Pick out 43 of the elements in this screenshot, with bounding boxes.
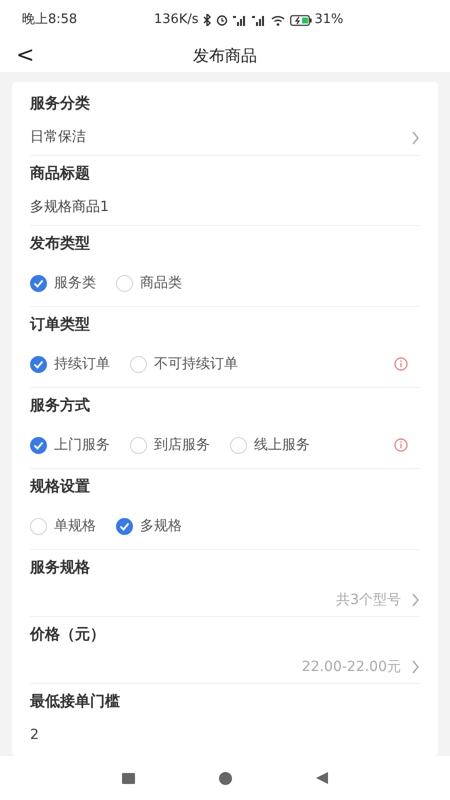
back-triangle-icon xyxy=(316,772,328,784)
field-label: 服务方式 xyxy=(30,394,91,416)
field-label: 规格设置 xyxy=(30,476,91,497)
network-speed: 136K/s xyxy=(154,11,198,30)
input-field[interactable]: 2 xyxy=(30,718,420,753)
field-label: 价格（元） xyxy=(30,624,106,645)
radio-option[interactable]: 上门服务 xyxy=(30,434,110,456)
radio-option[interactable]: 不可持续订单 xyxy=(130,354,238,374)
radio-option[interactable]: 持续订单 xyxy=(30,354,110,374)
radio-option[interactable]: 服务类 xyxy=(30,272,96,294)
select-field[interactable]: 日常保洁 xyxy=(30,120,420,155)
select-value: 日常保洁 xyxy=(30,128,86,147)
info-icon[interactable] xyxy=(394,357,408,371)
chevron-icon xyxy=(411,593,420,607)
bluetooth-icon xyxy=(202,14,210,26)
signal-icon xyxy=(252,14,266,26)
battery-percent: 31% xyxy=(314,11,344,30)
radio-option[interactable]: 商品类 xyxy=(116,272,182,294)
radio-option[interactable]: 到店服务 xyxy=(130,434,210,456)
battery-icon xyxy=(290,14,312,26)
field-label: 商品标题 xyxy=(30,162,91,184)
status-time: 晚上8:58 xyxy=(22,11,78,30)
page-title: 发布商品 xyxy=(193,45,257,67)
alarm-icon xyxy=(216,14,228,26)
link-value: 共3个型号 xyxy=(336,590,401,610)
input-field[interactable]: 多规格商品1 xyxy=(30,190,420,225)
field-label: 订单类型 xyxy=(30,314,91,335)
wifi-icon xyxy=(270,14,284,26)
back-button[interactable]: < xyxy=(16,45,34,67)
radio-option[interactable]: 多规格 xyxy=(116,516,182,536)
radio-option[interactable]: 单规格 xyxy=(30,516,96,536)
chevron-icon xyxy=(411,660,420,674)
info-icon[interactable] xyxy=(394,438,408,452)
chevron-icon xyxy=(411,130,420,144)
home-circle-icon xyxy=(219,772,232,784)
radio-option[interactable]: 线上服务 xyxy=(230,434,310,456)
link-value: 22.00-22.00元 xyxy=(302,658,401,676)
field-label: 服务规格 xyxy=(30,556,91,578)
square-nav-icon xyxy=(122,772,135,784)
field-label: 服务分类 xyxy=(30,92,91,114)
field-label: 最低接单门槛 xyxy=(30,690,121,712)
signal-icon xyxy=(232,14,246,26)
field-label: 发布类型 xyxy=(30,232,91,254)
